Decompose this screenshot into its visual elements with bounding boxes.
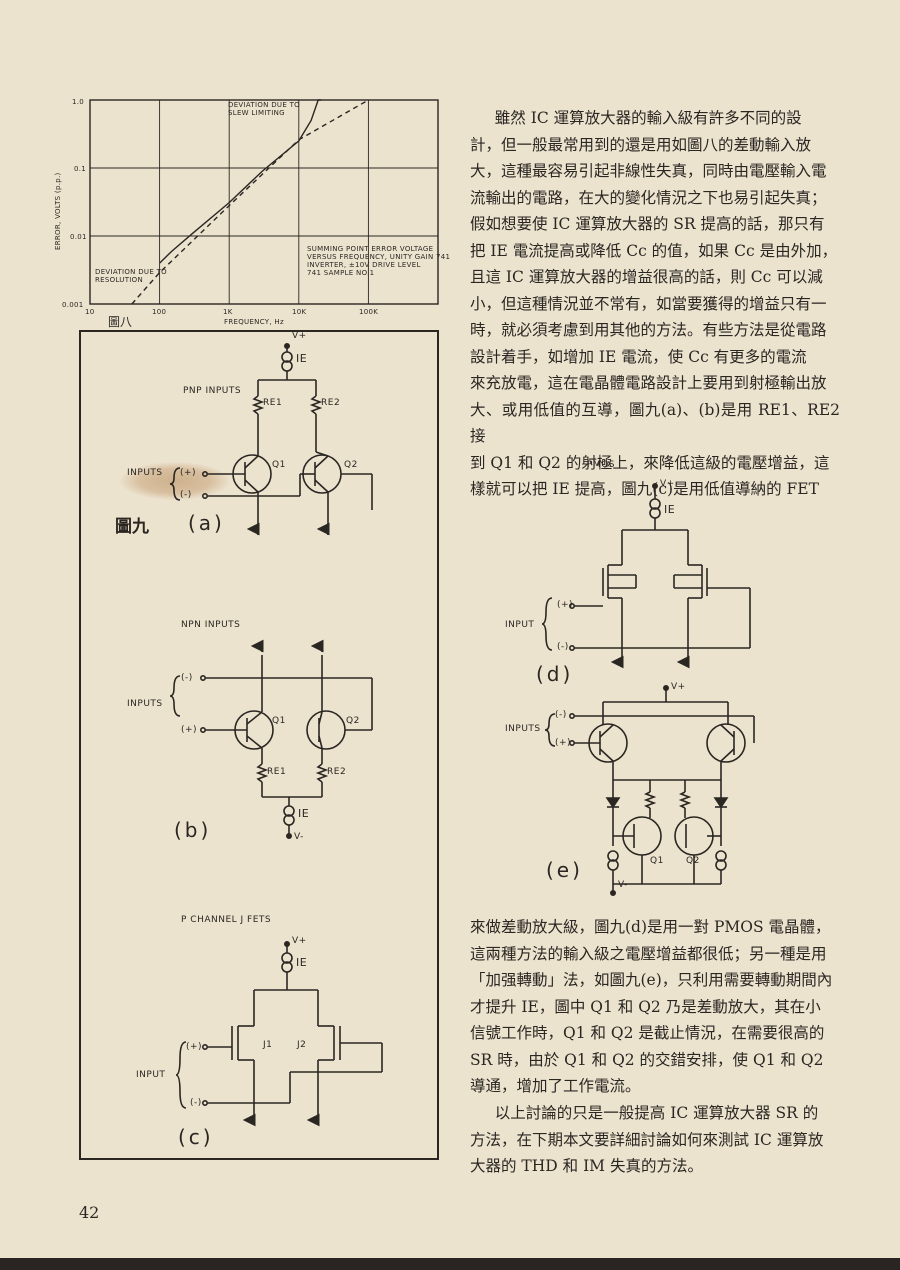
inputs-label: INPUTS: [505, 724, 541, 734]
caption-e: (e): [546, 858, 583, 882]
q2-label: Q2: [686, 856, 700, 866]
article-paragraph-3: 以上討論的只是一般提高 IC 運算放大器 SR 的 方法，在下期本文要詳細討論如…: [470, 1104, 824, 1175]
re2-label: RE2: [327, 767, 347, 777]
ie-label: IE: [296, 956, 308, 969]
re1-label: RE1: [267, 767, 287, 777]
ie-label: IE: [298, 807, 310, 820]
minus-input-label: (-): [555, 710, 567, 720]
vplus-label: V+: [292, 936, 307, 946]
article-paragraph-2: 來做差動放大級，圖九(d)是用一對 PMOS 電晶體， 這兩種方法的輸入級之電壓增…: [470, 918, 833, 1095]
vminus-label: V-: [618, 880, 628, 890]
pnp-inputs-title: PNP INPUTS: [183, 386, 242, 396]
j2-label: J2: [297, 1040, 307, 1050]
plus-input-label: (+): [186, 1042, 203, 1052]
vplus-label: V+: [292, 331, 307, 341]
circuit-b-npn: [169, 639, 373, 839]
q2-label: Q2: [346, 716, 360, 726]
q1-label: Q1: [650, 856, 664, 866]
minus-input-label: (-): [180, 490, 192, 500]
input-label: INPUT: [505, 620, 535, 630]
minus-input-label: (-): [557, 642, 569, 652]
circuit-d-pmos: [541, 482, 751, 669]
re2-label: RE2: [321, 398, 341, 408]
inputs-label: INPUTS: [127, 699, 163, 709]
page-number: 42: [79, 1203, 100, 1222]
input-label: INPUT: [136, 1070, 166, 1080]
circuit-a-pnp: [169, 342, 373, 536]
plus-input-label: (+): [557, 600, 574, 610]
ie-label: IE: [296, 352, 308, 365]
article-paragraph-1: 雖然 IC 運算放大器的輸入級有許多不同的設 計，但一般最常用到的還是用如圖八的…: [470, 109, 840, 498]
vminus-label: V-: [294, 832, 304, 842]
npn-inputs-title: NPN INPUTS: [181, 620, 241, 630]
inputs-label: INPUTS: [127, 468, 163, 478]
j1-label: J1: [263, 1040, 273, 1050]
fig9-caption-cn: 圖九: [115, 517, 149, 537]
plus-input-label: (+): [181, 725, 198, 735]
jfet-title: P CHANNEL J FETS: [181, 915, 272, 925]
ie-label: IE: [664, 503, 676, 516]
re1-label: RE1: [263, 398, 283, 408]
q1-label: Q1: [272, 460, 286, 470]
page-bottom-edge: [0, 1258, 900, 1270]
circuit-c-jfet: [175, 940, 383, 1127]
vplus-label: V+: [671, 682, 686, 692]
plus-input-label: (+): [180, 468, 197, 478]
q2-label: Q2: [344, 460, 358, 470]
caption-a: (a): [188, 511, 225, 535]
minus-input-label: (-): [181, 673, 193, 683]
plus-input-label: (+): [555, 738, 572, 748]
q1-label: Q1: [272, 716, 286, 726]
caption-d: (d): [536, 662, 574, 686]
minus-input-label: (-): [190, 1098, 202, 1108]
caption-b: (b): [174, 818, 212, 842]
caption-c: (c): [178, 1125, 214, 1149]
